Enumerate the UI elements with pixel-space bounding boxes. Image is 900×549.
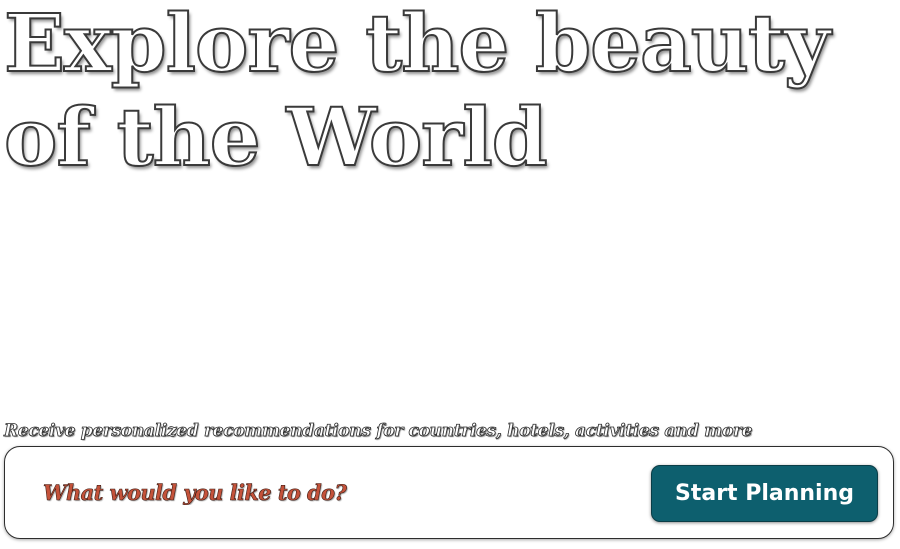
hero-subtitle: Receive personalized recommendations for… (4, 421, 753, 442)
search-input[interactable] (43, 469, 633, 515)
hero-title: Explore the beauty of the World (3, 0, 831, 185)
start-planning-button[interactable]: Start Planning (651, 465, 878, 522)
search-bar: Start Planning (4, 446, 894, 539)
